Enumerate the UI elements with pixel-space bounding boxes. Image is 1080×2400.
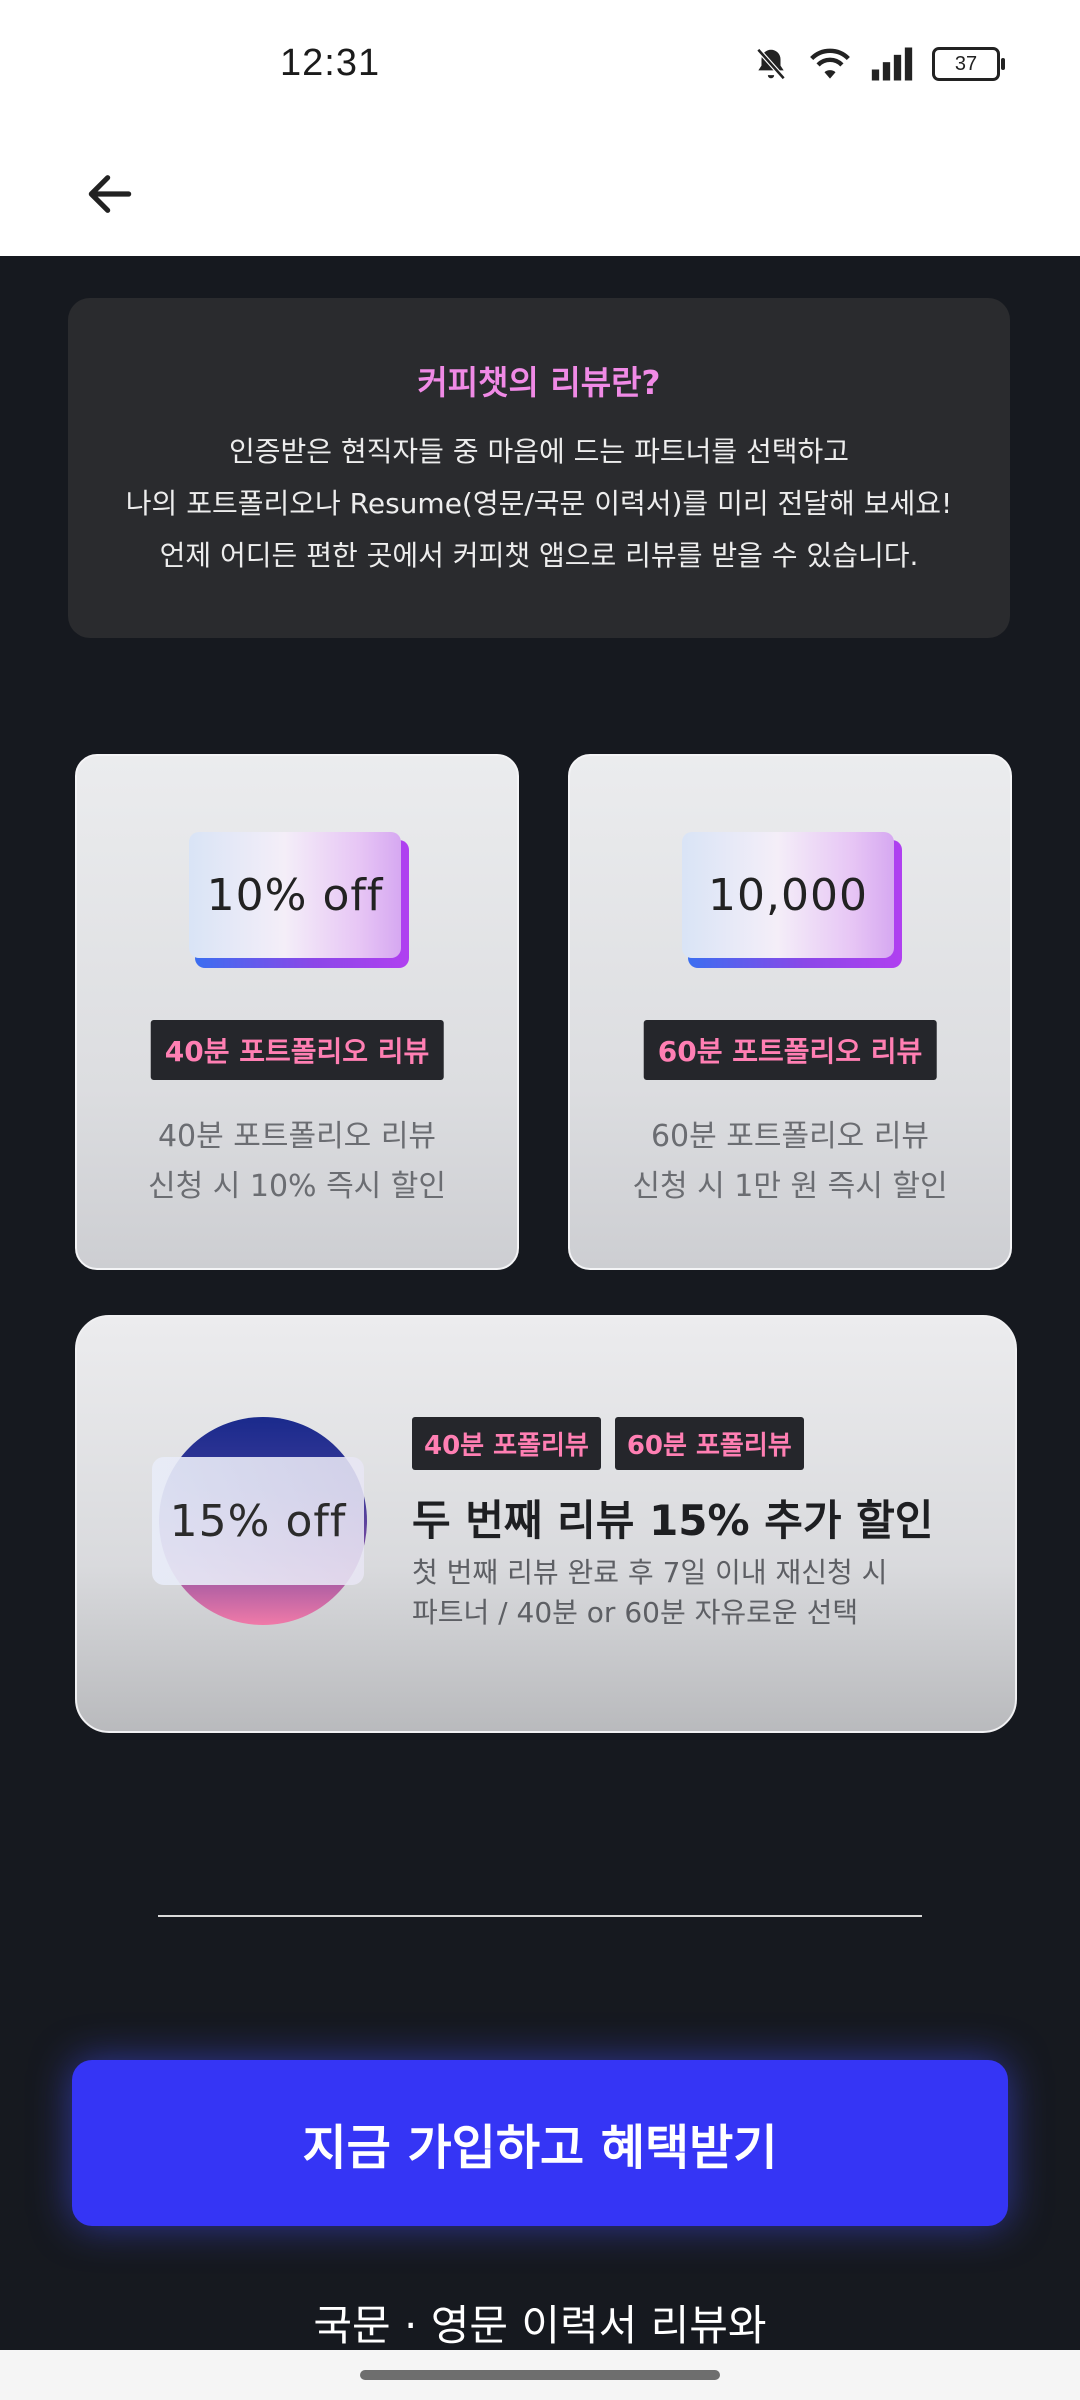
- card-desc-line: 신청 시 1만 원 즉시 할인: [632, 1169, 948, 1204]
- battery-level: 37: [954, 52, 978, 75]
- review-tag: 40분 포폴리뷰: [412, 1417, 601, 1470]
- discount-card-40min: 10% off 40분 포트폴리오 리뷰 40분 포트폴리오 리뷰 신청 시 1…: [75, 754, 519, 1270]
- intro-line: 나의 포트폴리오나 Resume(영문/국문 이력서)를 미리 전달해 보세요!: [125, 487, 953, 520]
- arrow-left-icon: [88, 175, 132, 213]
- review-tag: 40분 포트폴리오 리뷰: [150, 1020, 444, 1080]
- status-icons: 37: [752, 44, 1005, 84]
- discount-card-60min: 10,000 60분 포트폴리오 리뷰 60분 포트폴리오 리뷰 신청 시 1만…: [568, 754, 1012, 1270]
- divider: [158, 1915, 922, 1917]
- intro-text: 인증받은 현직자들 중 마음에 드는 파트너를 선택하고 나의 포트폴리오나 R…: [68, 426, 1010, 582]
- card-desc-line: 60분 포트폴리오 리뷰: [650, 1119, 930, 1154]
- review-tag: 60분 포폴리뷰: [614, 1417, 804, 1470]
- wifi-icon: [810, 48, 850, 79]
- back-button[interactable]: [70, 154, 150, 234]
- coupon-chip-label: 10% off: [189, 832, 401, 958]
- intro-line: 언제 어디든 편한 곳에서 커피챗 앱으로 리뷰를 받을 수 있습니다.: [159, 539, 919, 572]
- wide-desc-line: 첫 번째 리뷰 완료 후 7일 이내 재신청 시: [412, 1556, 888, 1589]
- coupon-chip: 10,000: [682, 832, 902, 968]
- status-time: 12:31: [280, 42, 381, 84]
- coupon-chip-label: 10,000: [682, 832, 894, 958]
- intro-title: 커피챗의 리뷰란?: [417, 363, 661, 402]
- signal-icon: [871, 47, 913, 81]
- coupon-chip: 10% off: [189, 832, 409, 968]
- wide-card-title: 두 번째 리뷰 15% 추가 할인: [412, 1496, 934, 1545]
- card-desc-line: 신청 시 10% 즉시 할인: [147, 1169, 447, 1204]
- status-bar: 12:31 37: [0, 0, 1080, 130]
- signup-cta-button[interactable]: 지금 가입하고 혜택받기: [72, 2060, 1008, 2226]
- wide-desc-line: 파트너 / 40분 or 60분 자유로운 선택: [412, 1596, 859, 1629]
- coupon-chip-label: 15% off: [152, 1457, 364, 1585]
- home-handle[interactable]: [360, 2370, 720, 2380]
- card-description: 60분 포트폴리오 리뷰 신청 시 1만 원 즉시 할인: [570, 1112, 1010, 1212]
- second-review-discount-card: 15% off 40분 포폴리뷰 60분 포폴리뷰 두 번째 리뷰 15% 추가…: [75, 1315, 1017, 1733]
- card-description: 40분 포트폴리오 리뷰 신청 시 10% 즉시 할인: [77, 1112, 517, 1212]
- bell-muted-icon: [756, 48, 786, 80]
- wide-card-description: 첫 번째 리뷰 완료 후 7일 이내 재신청 시 파트너 / 40분 or 60…: [412, 1553, 887, 1633]
- section-heading: 국문 · 영문 이력서 리뷰와: [313, 2301, 767, 2350]
- tag-group: 40분 포폴리뷰 60분 포폴리뷰: [412, 1417, 804, 1470]
- card-desc-line: 40분 포트폴리오 리뷰: [157, 1119, 437, 1154]
- system-nav-bar: [0, 2350, 1080, 2400]
- intro-panel: 커피챗의 리뷰란? 인증받은 현직자들 중 마음에 드는 파트너를 선택하고 나…: [68, 298, 1010, 638]
- app-bar: [0, 130, 1080, 256]
- intro-line: 인증받은 현직자들 중 마음에 드는 파트너를 선택하고: [228, 435, 850, 468]
- review-tag: 60분 포트폴리오 리뷰: [643, 1020, 937, 1080]
- battery-icon: 37: [932, 47, 1005, 81]
